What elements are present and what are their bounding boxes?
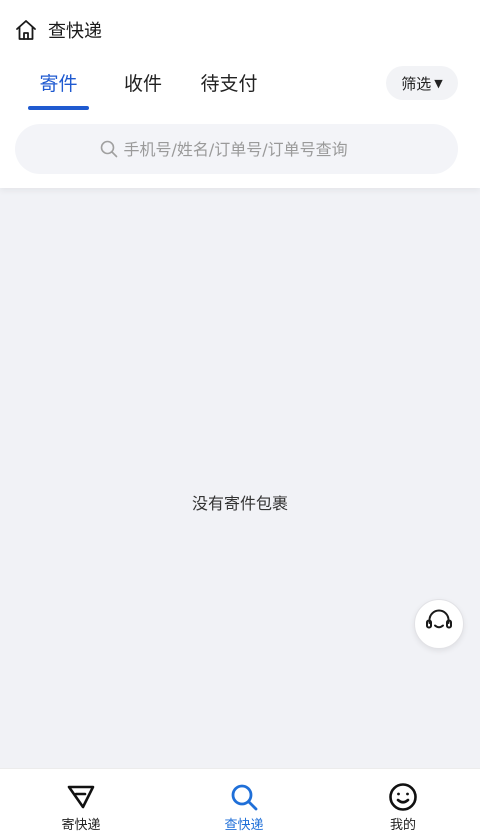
nav-track-express[interactable]: 查快递 (194, 769, 294, 832)
title-bar: 查快递 (14, 16, 102, 44)
send-icon (67, 785, 95, 809)
tab-pending-payment[interactable]: 待支付 (192, 62, 266, 102)
search-input[interactable] (123, 139, 374, 159)
empty-state-text: 没有寄件包裹 (191, 494, 288, 513)
search-icon (100, 140, 118, 158)
caret-down-icon: ▼ (434, 76, 443, 90)
tab-receive[interactable]: 收件 (113, 62, 173, 102)
app-screen: 查快递 寄件 收件 待支付 筛选 ▼ 没有寄件包裹 (0, 0, 480, 832)
headset-icon (423, 606, 455, 642)
nav-send-express[interactable]: 寄快递 (31, 769, 131, 832)
nav-label-track: 查快递 (224, 818, 264, 832)
nav-mine[interactable]: 我的 (353, 769, 453, 832)
home-icon[interactable] (14, 18, 38, 42)
filter-label: 筛选 (401, 74, 432, 93)
page-title: 查快递 (48, 21, 102, 42)
bottom-navigation: 寄快递 查快递 我的 (0, 768, 480, 832)
filter-button[interactable]: 筛选 ▼ (386, 66, 458, 100)
tab-send[interactable]: 寄件 (28, 62, 89, 102)
search-icon (231, 784, 258, 811)
smiley-icon (389, 783, 417, 811)
header-panel: 查快递 寄件 收件 待支付 筛选 ▼ (0, 0, 480, 188)
active-tab-indicator (28, 106, 89, 110)
customer-service-button[interactable] (414, 599, 464, 649)
nav-label-mine: 我的 (389, 818, 416, 832)
nav-label-send: 寄快递 (61, 818, 101, 832)
search-bar[interactable] (15, 124, 458, 174)
